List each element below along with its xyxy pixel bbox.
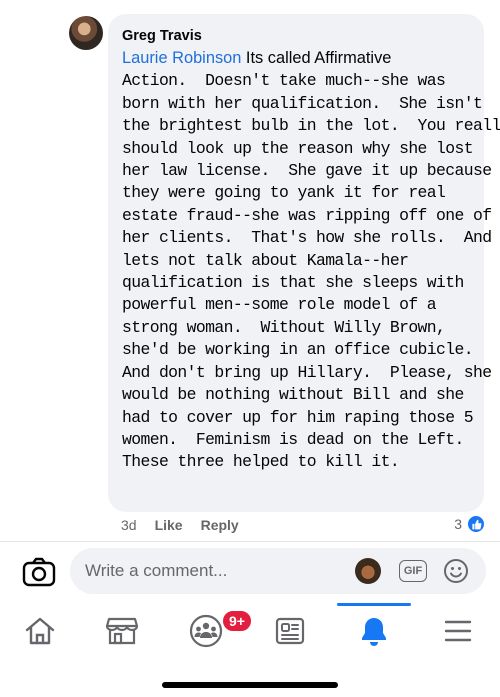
- comment-line: Laurie Robinson Its called Affirmative: [122, 47, 470, 70]
- comment-timestamp[interactable]: 3d: [121, 517, 137, 533]
- comment-line: had to cover up for him raping those 5: [122, 407, 474, 427]
- comment-line: And don't bring up Hillary. Please, she: [122, 362, 492, 382]
- comment-line: powerful men--some role model of a: [122, 295, 437, 315]
- gif-button[interactable]: GIF: [399, 560, 427, 582]
- home-indicator: [162, 682, 338, 688]
- reply-button[interactable]: Reply: [201, 517, 239, 533]
- marketplace-icon[interactable]: [92, 603, 152, 658]
- comment-line: These three helped to kill it.: [122, 452, 400, 472]
- comment-line: women. Feminism is dead on the Left.: [122, 429, 464, 449]
- comment-line: Action. Doesn't take much--she was: [122, 71, 446, 91]
- emoji-icon[interactable]: [443, 558, 469, 584]
- avatar-sticker-icon[interactable]: [355, 558, 381, 584]
- comment-line: lets not talk about Kamala--her: [122, 250, 409, 270]
- menu-icon[interactable]: [428, 603, 488, 658]
- mention-link[interactable]: Laurie Robinson: [122, 49, 241, 67]
- comment-line: estate fraud--she was ripping off one of: [122, 205, 492, 225]
- comment-line: she'd be working in an office cubicle.: [122, 340, 474, 360]
- comment-line: would be nothing without Bill and she: [122, 385, 464, 405]
- comment-line-text: Its called Affirmative: [241, 49, 392, 67]
- facebook-comment-view: Greg Travis Laurie Robinson Its called A…: [0, 0, 500, 697]
- comment-line: strong woman. Without Willy Brown,: [122, 317, 446, 337]
- author-avatar[interactable]: [69, 16, 103, 50]
- news-icon[interactable]: [260, 603, 320, 658]
- comment-line: born with her qualification. She isn't: [122, 93, 483, 113]
- camera-icon[interactable]: [22, 557, 56, 587]
- like-icon: [466, 514, 486, 534]
- comment-author[interactable]: Greg Travis: [122, 27, 470, 45]
- active-tab-indicator: [337, 603, 411, 606]
- comment-actions: 3d Like Reply: [121, 517, 239, 533]
- comment-line: her law license. She gave it up because: [122, 161, 492, 181]
- comment-input[interactable]: [85, 548, 345, 594]
- notifications-icon[interactable]: [344, 603, 404, 658]
- like-button[interactable]: Like: [155, 517, 183, 533]
- notification-badge: 9+: [221, 609, 253, 633]
- comment-line: should look up the reason why she lost: [122, 138, 474, 158]
- reaction-count: 3: [454, 516, 462, 532]
- comment-line: the brightest bulb in the lot. You reall…: [122, 116, 500, 136]
- divider: [0, 541, 500, 542]
- home-icon[interactable]: [10, 603, 70, 658]
- reaction-summary[interactable]: 3: [454, 514, 486, 534]
- comment-bubble: Greg Travis Laurie Robinson Its called A…: [108, 14, 500, 512]
- comment-line: they were going to yank it for real: [122, 183, 446, 203]
- comment-composer: GIF: [70, 548, 486, 594]
- comment-text: Laurie Robinson Its called Affirmative A…: [122, 47, 500, 474]
- bottom-navigation: [0, 603, 500, 658]
- comment-line: her clients. That's how she rolls. And: [122, 228, 492, 248]
- comment-line: qualification is that she sleeps with: [122, 273, 464, 293]
